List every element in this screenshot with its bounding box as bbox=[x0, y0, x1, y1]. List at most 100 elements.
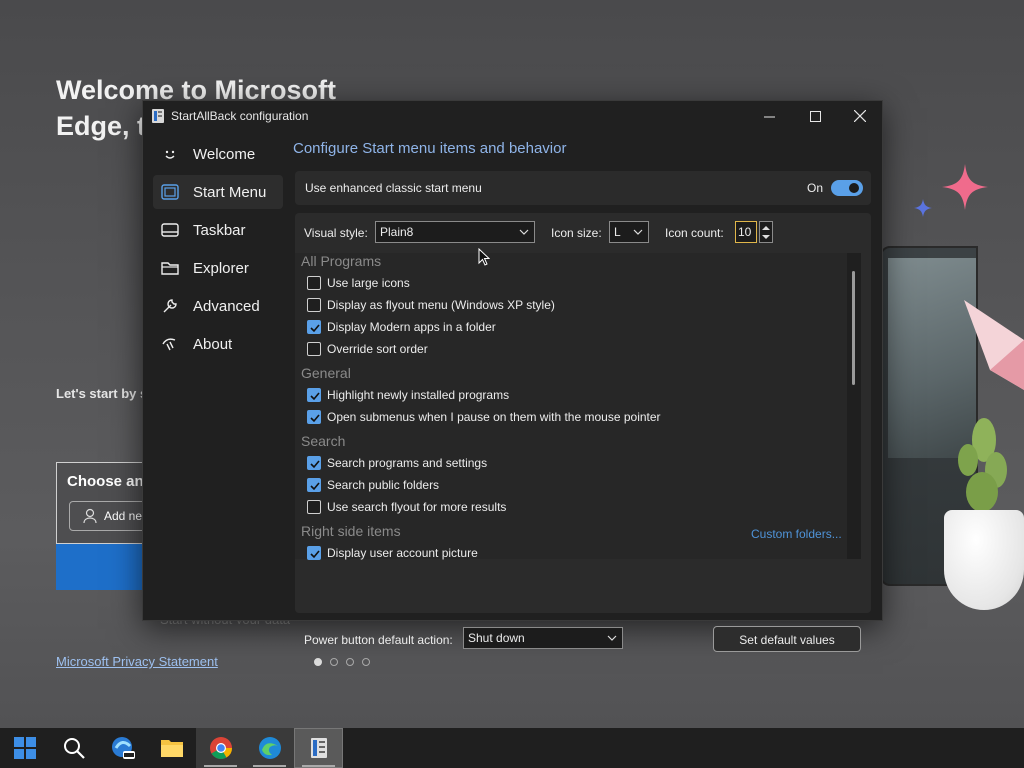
close-icon bbox=[854, 110, 866, 122]
checkbox[interactable] bbox=[307, 320, 321, 334]
person-icon bbox=[83, 508, 97, 524]
checkbox[interactable] bbox=[307, 276, 321, 290]
option-label: Search programs and settings bbox=[327, 456, 488, 470]
scrollbar-thumb[interactable] bbox=[852, 271, 855, 385]
checkmark-icon bbox=[310, 482, 320, 491]
title-bar[interactable]: StartAllBack configuration bbox=[143, 101, 882, 131]
edge-primary-button[interactable] bbox=[56, 544, 156, 590]
mouse-cursor-icon bbox=[478, 248, 490, 266]
option-modern-apps-folder[interactable]: Display Modern apps in a folder bbox=[307, 318, 496, 336]
option-label: Display as flyout menu (Windows XP style… bbox=[327, 298, 555, 312]
taskbar-edge-preview[interactable] bbox=[98, 728, 147, 768]
icon-count-spin-buttons[interactable] bbox=[759, 221, 773, 243]
page-title: Configure Start menu items and behavior bbox=[293, 140, 567, 157]
taskbar-chrome[interactable] bbox=[196, 728, 245, 768]
minimize-button[interactable] bbox=[746, 101, 792, 131]
enhanced-menu-label: Use enhanced classic start menu bbox=[305, 181, 482, 195]
nav-item-taskbar[interactable]: Taskbar bbox=[153, 213, 283, 247]
option-label: Display user account picture bbox=[327, 546, 478, 560]
nav-item-label: Taskbar bbox=[193, 221, 246, 239]
edge-welcome-subtext: Let's start by signing in: passwords, hi… bbox=[56, 386, 146, 401]
sparkle-icon bbox=[914, 199, 932, 217]
checkbox[interactable] bbox=[307, 500, 321, 514]
visual-style-label: Visual style: bbox=[304, 226, 368, 240]
option-label: Search public folders bbox=[327, 478, 440, 492]
visual-style-select[interactable]: Plain8 bbox=[375, 221, 535, 243]
icon-count-stepper[interactable]: 10 bbox=[735, 221, 775, 243]
nav-item-label: Explorer bbox=[193, 259, 249, 277]
chevron-up-icon[interactable] bbox=[762, 225, 770, 231]
power-action-label: Power button default action: bbox=[304, 633, 453, 647]
chevron-down-icon bbox=[519, 229, 529, 235]
checkbox[interactable] bbox=[307, 388, 321, 402]
page-dot[interactable] bbox=[330, 658, 338, 666]
checkbox[interactable] bbox=[307, 342, 321, 356]
option-label: Highlight newly installed programs bbox=[327, 388, 510, 402]
checkbox[interactable] bbox=[307, 298, 321, 312]
icon-count-input[interactable]: 10 bbox=[735, 221, 757, 243]
maximize-button[interactable] bbox=[792, 101, 838, 131]
checkmark-icon bbox=[310, 324, 320, 333]
option-search-programs[interactable]: Search programs and settings bbox=[307, 454, 487, 472]
checkbox[interactable] bbox=[307, 410, 321, 424]
nav-item-welcome[interactable]: Welcome bbox=[153, 137, 283, 171]
set-default-values-button[interactable]: Set default values bbox=[713, 626, 861, 652]
nav-item-about[interactable]: About bbox=[153, 327, 283, 361]
chevron-down-icon bbox=[607, 635, 617, 641]
icon-size-value: L bbox=[614, 225, 621, 239]
search-icon bbox=[63, 738, 85, 759]
start-menu-icon bbox=[161, 183, 179, 201]
checkbox[interactable] bbox=[307, 546, 321, 560]
start-button[interactable] bbox=[0, 728, 49, 768]
taskbar-startallback[interactable] bbox=[294, 728, 343, 768]
chevron-down-icon[interactable] bbox=[762, 234, 770, 240]
option-flyout-menu[interactable]: Display as flyout menu (Windows XP style… bbox=[307, 296, 555, 314]
enhanced-menu-state: On bbox=[806, 181, 823, 195]
sidebar-nav: Welcome Start Menu Taskbar Explorer Adva… bbox=[153, 137, 283, 365]
custom-folders-link[interactable]: Custom folders... bbox=[751, 527, 842, 541]
chrome-icon bbox=[209, 737, 232, 759]
edge-privacy-link[interactable]: Microsoft Privacy Statement bbox=[56, 654, 218, 669]
nav-item-start-menu[interactable]: Start Menu bbox=[153, 175, 283, 209]
maximize-icon bbox=[809, 110, 821, 122]
option-highlight-new[interactable]: Highlight newly installed programs bbox=[307, 386, 509, 404]
icon-size-select[interactable]: L bbox=[609, 221, 649, 243]
option-override-sort[interactable]: Override sort order bbox=[307, 340, 428, 358]
option-large-icons[interactable]: Use large icons bbox=[307, 274, 410, 292]
edge-choose-title: Choose an bbox=[67, 473, 144, 490]
visual-style-value: Plain8 bbox=[380, 225, 414, 239]
power-action-select[interactable]: Shut down bbox=[463, 627, 623, 649]
page-dot[interactable] bbox=[346, 658, 354, 666]
option-search-public[interactable]: Search public folders bbox=[307, 476, 439, 494]
edge-page-dots bbox=[314, 658, 370, 666]
nav-item-explorer[interactable]: Explorer bbox=[153, 251, 283, 285]
icon-count-label: Icon count: bbox=[665, 226, 724, 240]
taskbar-edge[interactable] bbox=[245, 728, 294, 768]
nav-item-advanced[interactable]: Advanced bbox=[153, 289, 283, 323]
cactus-illustration bbox=[958, 418, 1007, 512]
taskbar-file-explorer[interactable] bbox=[147, 728, 196, 768]
power-action-value: Shut down bbox=[468, 631, 525, 645]
taskbar-search-button[interactable] bbox=[49, 728, 98, 768]
minimize-icon bbox=[763, 116, 775, 117]
page-dot[interactable] bbox=[314, 658, 322, 666]
option-label: Use search flyout for more results bbox=[327, 500, 507, 514]
nav-item-label: Advanced bbox=[193, 297, 260, 315]
option-label: Use large icons bbox=[327, 276, 410, 290]
startallback-icon bbox=[310, 738, 327, 758]
style-options-bar: Visual style: Plain8 Icon size: L Icon c… bbox=[295, 213, 871, 249]
option-submenus-pause[interactable]: Open submenus when I pause on them with … bbox=[307, 408, 661, 426]
option-search-flyout[interactable]: Use search flyout for more results bbox=[307, 498, 506, 516]
checkmark-icon bbox=[310, 392, 320, 401]
enhanced-menu-toggle[interactable] bbox=[831, 180, 863, 196]
options-scrollbar[interactable] bbox=[847, 253, 861, 559]
option-user-picture[interactable]: Display user account picture bbox=[307, 544, 478, 562]
folder-icon bbox=[160, 740, 183, 757]
checkbox[interactable] bbox=[307, 478, 321, 492]
close-button[interactable] bbox=[837, 101, 883, 131]
checkbox[interactable] bbox=[307, 456, 321, 470]
icon-size-label: Icon size: bbox=[551, 226, 602, 240]
enhanced-menu-row: Use enhanced classic start menu On bbox=[295, 171, 871, 205]
windows-logo-icon bbox=[13, 737, 36, 759]
page-dot[interactable] bbox=[362, 658, 370, 666]
